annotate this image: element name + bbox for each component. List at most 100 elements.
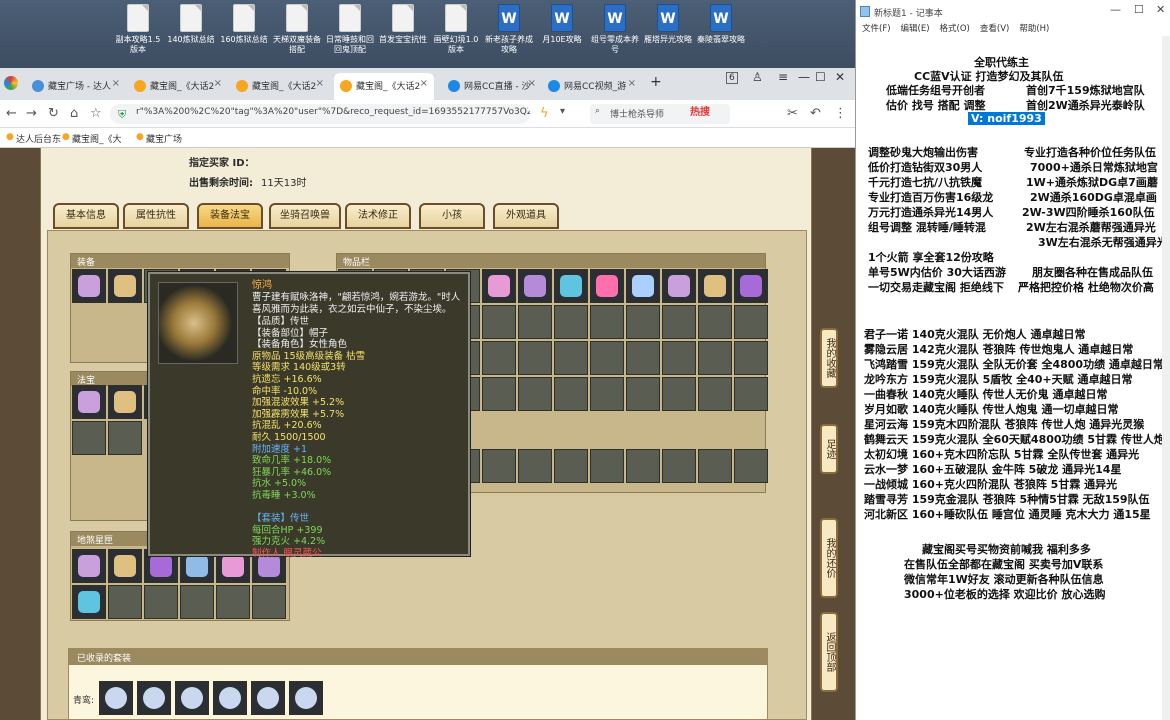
notepad-line: 万元打造通杀异光14男人 bbox=[868, 206, 994, 219]
notepad-menu-item[interactable]: 查看(V) bbox=[980, 24, 1009, 34]
tab-close-icon[interactable]: × bbox=[528, 78, 536, 89]
game-tab[interactable]: 装备法宝 bbox=[197, 203, 263, 229]
tab-close-icon[interactable]: × bbox=[628, 78, 636, 89]
maximize-icon[interactable]: ☐ bbox=[815, 70, 826, 84]
zap-icon[interactable]: ϟ bbox=[540, 106, 549, 121]
dropdown-icon[interactable]: ▾ bbox=[560, 106, 565, 117]
minimize-icon[interactable]: — bbox=[798, 70, 810, 84]
browser-tab[interactable]: 藏宝阁_《大话2 × bbox=[128, 73, 228, 100]
menu-icon[interactable]: ≡ bbox=[778, 70, 788, 84]
item-attribute: 【品质】传世 bbox=[252, 316, 310, 327]
notepad-menu-item[interactable]: 帮助(H) bbox=[1019, 24, 1049, 34]
star-icon[interactable]: ☆ bbox=[90, 106, 102, 121]
desktop-icon[interactable]: 画壁幻境1.0版本 bbox=[430, 4, 482, 55]
suit-piece[interactable] bbox=[289, 681, 323, 715]
item-slot-filled[interactable] bbox=[108, 385, 142, 419]
browser-tab[interactable]: 网易CC直播 - 沙 × bbox=[442, 73, 542, 100]
suit-piece[interactable] bbox=[175, 681, 209, 715]
desktop-icon[interactable]: W 月10E攻略 bbox=[536, 4, 588, 45]
desktop-icon[interactable]: 140炼狱总结 bbox=[165, 4, 217, 45]
desktop-icon[interactable]: 160炼狱总结 bbox=[218, 4, 270, 45]
tab-close-icon[interactable]: × bbox=[420, 78, 428, 89]
notepad-selected-text[interactable]: V: noif1993 bbox=[968, 112, 1045, 125]
home-icon[interactable]: ⌂ bbox=[70, 106, 78, 121]
more-icon[interactable]: ⋮ bbox=[834, 106, 847, 121]
item-slot-filled[interactable] bbox=[698, 269, 732, 303]
desktop-icon[interactable]: W 新老孩子养成攻略 bbox=[483, 4, 535, 55]
tab-close-icon[interactable]: × bbox=[214, 78, 222, 89]
item-slot-filled[interactable] bbox=[482, 269, 516, 303]
back-icon[interactable]: ← bbox=[6, 106, 17, 121]
item-slot-filled[interactable] bbox=[518, 269, 552, 303]
browser-tab[interactable]: 藏宝广场 - 达人 × bbox=[26, 73, 126, 100]
notepad-text-area[interactable]: 全职代练主 CC蓝V认证 打造梦幻及其队伍 低端任务组号开创者 首创7千159炼狱地宫… bbox=[856, 36, 1170, 720]
undo-icon[interactable]: ↶ bbox=[810, 106, 821, 121]
side-button[interactable]: 我的还价 bbox=[820, 518, 838, 598]
close-icon[interactable]: ✕ bbox=[835, 70, 845, 84]
game-tab[interactable]: 属性抗性 bbox=[123, 203, 189, 229]
game-tab[interactable]: 外观道具 bbox=[493, 203, 559, 229]
url-input[interactable]: ⛨ r"%3A%200%2C%20"tag"%3A%20"user"%7D&re… bbox=[110, 104, 530, 124]
suit-piece[interactable] bbox=[99, 681, 133, 715]
item-description: 曹子建有赋咏洛神，"翩若惊鸿，婉若游龙。"时人喜风雅而为此装，衣之如云中仙子，不… bbox=[252, 292, 461, 315]
game-tab[interactable]: 小孩 bbox=[419, 203, 485, 229]
browser-tab[interactable]: 藏宝阁_《大话2 × bbox=[230, 73, 330, 100]
side-button[interactable]: 我的收藏 bbox=[820, 328, 838, 388]
notepad-menu-item[interactable]: 文件(F) bbox=[862, 24, 891, 34]
item-slot-filled[interactable] bbox=[590, 269, 624, 303]
desktop-icon[interactable]: W 雁塔异光攻略 bbox=[642, 4, 694, 45]
side-button[interactable]: 足迹 bbox=[820, 424, 838, 474]
browser-tab[interactable]: 藏宝阁_《大话2 × bbox=[334, 73, 434, 100]
item-slot-filled[interactable] bbox=[108, 269, 142, 303]
item-slot-filled[interactable] bbox=[554, 269, 588, 303]
reload-icon[interactable]: ↻ bbox=[48, 106, 59, 121]
suit-piece[interactable] bbox=[137, 681, 171, 715]
item-attribute: 【装备部位】帽子 bbox=[252, 327, 329, 339]
side-button[interactable]: 返回顶部 bbox=[820, 612, 838, 692]
scissors-icon[interactable]: ✂ bbox=[787, 106, 798, 121]
item-slot bbox=[518, 305, 552, 339]
maximize-icon[interactable]: ☐ bbox=[1134, 3, 1144, 16]
new-tab-icon[interactable]: + bbox=[650, 74, 662, 90]
desktop-icon[interactable]: 日常睡鼓和回回鬼顶配 bbox=[324, 4, 376, 55]
desktop-icon[interactable]: 天梯双魔装备搭配 bbox=[271, 4, 323, 55]
item-slot-filled[interactable] bbox=[734, 269, 768, 303]
notepad-line: 估价 找号 搭配 调整 bbox=[886, 99, 986, 112]
game-tab[interactable]: 坐骑召唤兽 bbox=[269, 203, 341, 229]
item-slot bbox=[698, 449, 732, 483]
item-slot bbox=[698, 341, 732, 375]
close-icon[interactable]: ✕ bbox=[1156, 3, 1165, 16]
item-slot-filled[interactable] bbox=[626, 269, 660, 303]
notepad-menu-item[interactable]: 编辑(E) bbox=[901, 24, 930, 34]
item-slot-filled[interactable] bbox=[72, 549, 106, 583]
tab-count-badge[interactable]: 6 bbox=[726, 72, 738, 84]
hot-search-badge[interactable]: 热搜 bbox=[690, 103, 710, 118]
notepad-scrollbar[interactable] bbox=[1162, 36, 1170, 720]
bookmark-item[interactable]: 藏宝阁_《大 bbox=[72, 132, 122, 145]
game-tab[interactable]: 法术修正 bbox=[345, 203, 411, 229]
item-slot-filled[interactable] bbox=[72, 269, 106, 303]
game-tab[interactable]: 基本信息 bbox=[53, 203, 119, 229]
tab-close-icon[interactable]: × bbox=[316, 78, 324, 89]
item-slot-filled[interactable] bbox=[72, 585, 106, 619]
tab-close-icon[interactable]: × bbox=[112, 78, 120, 89]
desktop-icon[interactable]: 副本攻略1.5版本 bbox=[112, 4, 164, 55]
suit-piece[interactable] bbox=[213, 681, 247, 715]
item-slot-filled[interactable] bbox=[662, 269, 696, 303]
bookmark-item[interactable]: 达人后台东 bbox=[16, 132, 61, 145]
bookmark-item[interactable]: 藏宝广场 bbox=[146, 132, 182, 145]
item-slot-filled[interactable] bbox=[108, 549, 142, 583]
notepad-menu-item[interactable]: 格式(O) bbox=[940, 24, 970, 34]
shirt-icon[interactable]: ♙ bbox=[752, 70, 763, 84]
item-slot bbox=[590, 341, 624, 375]
desktop-icon[interactable]: W 秦陵翡翠攻略 bbox=[695, 4, 747, 45]
suit-piece[interactable] bbox=[251, 681, 285, 715]
browser-logo-icon[interactable] bbox=[4, 76, 18, 90]
item-slot-filled[interactable] bbox=[72, 385, 106, 419]
minimize-icon[interactable]: — bbox=[1110, 3, 1121, 16]
item-icon bbox=[740, 275, 762, 297]
browser-tab[interactable]: 网易CC视频_游 × bbox=[542, 73, 642, 100]
desktop-icon[interactable]: 首发宝宝抗性 bbox=[377, 4, 429, 45]
desktop-icon[interactable]: W 组号零成本养号 bbox=[589, 4, 641, 55]
forward-icon[interactable]: → bbox=[26, 106, 37, 121]
